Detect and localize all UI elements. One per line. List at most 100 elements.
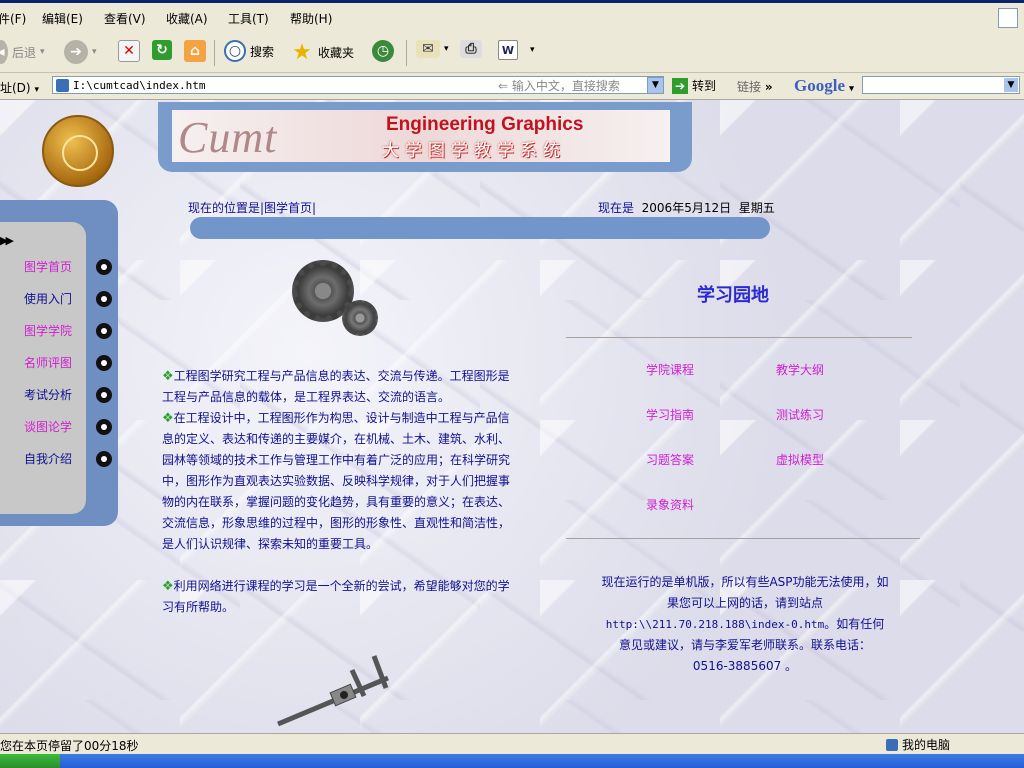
stop-button[interactable]: ✕ — [118, 40, 140, 62]
print-button[interactable]: ⎙ — [460, 40, 482, 58]
history-button[interactable]: ◷ — [372, 40, 394, 62]
address-label: 址(D) ▾ — [0, 81, 39, 95]
link-video-materials[interactable]: 录象资料 — [646, 496, 694, 513]
radio-bullet-icon[interactable] — [96, 323, 112, 339]
zone-label: 我的电脑 — [902, 738, 951, 752]
radio-bullet-icon[interactable] — [96, 291, 112, 307]
diamond-bullet-icon: ❖ — [162, 369, 174, 384]
sidebar-item-label[interactable]: 考试分析 — [24, 386, 72, 403]
sidebar-item-label[interactable]: 名师评图 — [24, 354, 72, 371]
title-bar-edge — [0, 0, 1024, 3]
back-label: 后退 — [12, 45, 37, 60]
home-icon: ⌂ — [184, 40, 206, 62]
back-button[interactable]: ◂ 后退 ▾ — [0, 40, 45, 64]
search-label: 搜索 — [250, 44, 275, 59]
toolbar-separator — [406, 40, 407, 66]
link-practice-tests[interactable]: 测试练习 — [776, 406, 824, 423]
banner-english-title: Engineering Graphics — [386, 114, 584, 135]
favorites-button[interactable]: ★ 收藏夹 — [290, 39, 355, 65]
radio-bullet-icon[interactable] — [96, 259, 112, 275]
header-bar — [190, 217, 770, 239]
taskbar — [0, 754, 1024, 768]
link-college-courses[interactable]: 学院课程 — [646, 361, 694, 378]
google-dropdown-button[interactable]: ▼ — [1004, 78, 1018, 92]
link-syllabus[interactable]: 教学大纲 — [776, 361, 824, 378]
mail-button[interactable]: ✉ ▾ — [416, 40, 449, 58]
caliper-image — [277, 655, 389, 727]
refresh-button[interactable]: ↻ — [152, 40, 172, 60]
small-gear-icon — [342, 300, 378, 336]
divider — [566, 538, 920, 539]
diamond-bullet-icon: ❖ — [162, 579, 174, 594]
sidebar-item-label[interactable]: 谈图论学 — [24, 418, 72, 435]
star-icon: ★ — [292, 39, 312, 65]
radio-bullet-icon[interactable] — [96, 387, 112, 403]
radio-bullet-icon[interactable] — [96, 419, 112, 435]
back-arrow-icon: ◂ — [0, 40, 8, 64]
search-hint: ⇐ 输入中文，直接搜索 — [498, 79, 620, 93]
banner-chinese-title: 大学图学教学系统 — [382, 141, 566, 161]
study-section-title: 学习园地 — [697, 285, 769, 306]
go-arrow-icon: ➔ — [672, 77, 688, 94]
diamond-bullet-icon: ❖ — [162, 411, 174, 426]
menu-bar: 件(F) 编辑(E) 查看(V) 收藏(A) 工具(T) 帮助(H) — [0, 0, 1024, 35]
edit-button[interactable]: W ▾ — [498, 40, 535, 60]
menu-tools[interactable]: 工具(T) — [228, 10, 269, 27]
divider — [566, 337, 912, 338]
forward-button[interactable]: ➔ ▾ — [64, 40, 97, 64]
word-icon: W — [498, 40, 518, 60]
page-content: Cumt Engineering Graphics 大学图学教学系统 现在的位置… — [0, 100, 1024, 733]
double-arrow-icon: ▶▶ — [0, 234, 14, 247]
page-icon — [56, 79, 69, 92]
intro-paragraph-2: ❖在工程设计中，工程图形作为构思、设计与制造中工程与产品信息的定义、表达和传递的… — [162, 411, 511, 551]
status-bar: 您在本页停留了00分18秒 我的电脑 — [0, 733, 1024, 754]
windows-logo-icon — [998, 8, 1018, 28]
menu-edit[interactable]: 编辑(E) — [42, 10, 83, 27]
intro-paragraph-3: ❖利用网络进行课程的学习是一个全新的尝试，希望能够对您的学习有所帮助。 — [162, 579, 510, 614]
menu-help[interactable]: 帮助(H) — [290, 10, 332, 27]
menu-view[interactable]: 查看(V) — [104, 10, 146, 27]
address-url: I:\cumtcad\index.htm — [73, 79, 206, 92]
current-date: 现在是 2006年5月12日 星期五 — [598, 201, 775, 215]
forward-arrow-icon: ➔ — [64, 40, 88, 64]
search-button[interactable]: ○ 搜索 — [224, 40, 274, 62]
sidebar-item-label[interactable]: 使用入门 — [24, 290, 72, 307]
gears-image — [290, 258, 382, 340]
address-dropdown-button[interactable]: ▼ — [647, 77, 664, 94]
go-label: 转到 — [692, 79, 717, 93]
sidebar-item-label[interactable]: 图学首页 — [24, 258, 72, 275]
university-logo — [42, 115, 114, 187]
toolbar-separator — [214, 40, 215, 66]
sidebar-item-label[interactable]: 自我介绍 — [24, 450, 72, 467]
status-text: 您在本页停留了00分18秒 — [0, 739, 139, 753]
sidebar-item-label[interactable]: 图学学院 — [24, 322, 72, 339]
links-button[interactable]: 链接 » — [737, 78, 773, 95]
menu-file[interactable]: 件(F) — [0, 10, 26, 27]
intro-paragraph-1: ❖工程图学研究工程与产品信息的表达、交流与传递。工程图形是工程与产品信息的载体，… — [162, 369, 510, 404]
link-study-guide[interactable]: 学习指南 — [646, 406, 694, 423]
mail-icon: ✉ — [416, 40, 440, 58]
site-url[interactable]: http:\\211.70.218.188\index-0.htm — [606, 618, 825, 631]
computer-icon — [886, 738, 898, 751]
search-icon: ○ — [224, 40, 246, 62]
start-button[interactable] — [0, 754, 60, 768]
refresh-icon: ↻ — [152, 40, 172, 60]
status-zone: 我的电脑 — [886, 736, 950, 753]
breadcrumb: 现在的位置是|图学首页| — [188, 201, 317, 215]
history-icon: ◷ — [372, 40, 394, 62]
logo-emblem-icon — [62, 135, 98, 171]
radio-bullet-icon[interactable] — [96, 451, 112, 467]
google-toolbar-logo[interactable]: Google ▾ — [794, 76, 854, 96]
radio-bullet-icon[interactable] — [96, 355, 112, 371]
link-virtual-models[interactable]: 虚拟模型 — [776, 451, 824, 468]
address-bar: 址(D) ▾ I:\cumtcad\index.htm ⇐ 输入中文，直接搜索 … — [0, 73, 1024, 100]
link-exercise-answers[interactable]: 习题答案 — [646, 451, 694, 468]
go-button[interactable]: ➔ 转到 — [672, 77, 716, 94]
menu-favorites[interactable]: 收藏(A) — [166, 10, 208, 27]
banner-script-title: Cumt — [178, 113, 278, 162]
google-search-input[interactable]: ▼ — [862, 76, 1020, 94]
home-button[interactable]: ⌂ — [184, 40, 206, 62]
favorites-label: 收藏夹 — [318, 45, 355, 60]
notice-text: 现在运行的是单机版，所以有些ASP功能无法使用，如果您可以上网的话，请到站点ht… — [601, 575, 889, 673]
toolbar: ◂ 后退 ▾ ➔ ▾ ✕ ↻ ⌂ ○ 搜索 ★ 收藏夹 ◷ ✉ ▾ ⎙ W ▾ — [0, 34, 1024, 73]
